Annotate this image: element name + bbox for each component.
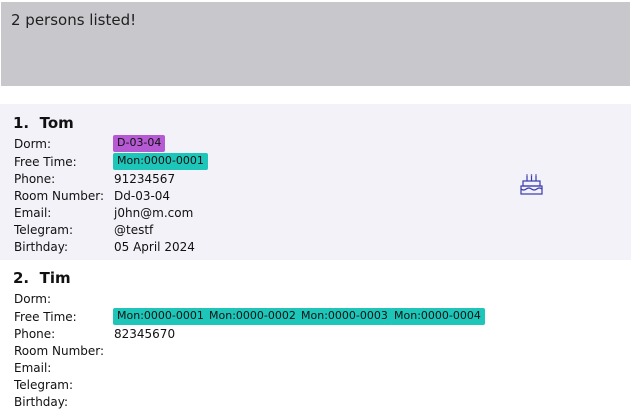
free-time-tag: Mon:0000-0003 [297,308,392,325]
person-name-text: Tom [39,114,74,132]
birthday-value: 05 April 2024 [114,240,195,254]
phone-value: 91234567 [114,172,176,186]
dorm-label: Dorm: [14,137,52,151]
birthday-label: Birthday: [14,240,69,254]
person-index: 1. [13,114,30,132]
free-time-tag: Mon:0000-0004 [390,308,485,325]
telegram-label: Telegram: [14,223,74,237]
phone-value: 82345670 [114,327,176,341]
dorm-label: Dorm: [14,292,52,306]
result-message: 2 persons listed! [11,11,137,29]
person-name: 1. Tom [13,114,74,132]
person-card[interactable]: 1. Tom Dorm: D-03-04 Free Time: Mon:0000… [0,104,631,260]
email-label: Email: [14,361,52,375]
telegram-value: @testf [114,223,154,237]
free-time-tag: Mon:0000-0001 [113,308,208,325]
telegram-label: Telegram: [14,378,74,392]
person-name-text: Tim [39,269,71,287]
person-name: 2. Tim [13,269,71,287]
phone-label: Phone: [14,172,56,186]
room-value: Dd-03-04 [114,189,171,203]
phone-label: Phone: [14,327,56,341]
email-label: Email: [14,206,52,220]
room-label: Room Number: [14,344,105,358]
divider [0,88,631,104]
free-time-label: Free Time: [14,155,77,169]
free-time-label: Free Time: [14,310,77,324]
room-label: Room Number: [14,189,105,203]
free-time-tag: Mon:0000-0001 [113,153,208,170]
birthday-label: Birthday: [14,395,69,409]
free-time-tag: Mon:0000-0002 [205,308,300,325]
email-value: j0hn@m.com [114,206,194,220]
person-index: 2. [13,269,30,287]
result-display: 2 persons listed! [1,2,630,86]
birthday-cake-icon [520,174,543,195]
person-card[interactable]: 2. Tim Dorm: Free Time: Mon:0000-0001 Mo… [0,260,631,416]
dorm-tag: D-03-04 [113,135,166,152]
